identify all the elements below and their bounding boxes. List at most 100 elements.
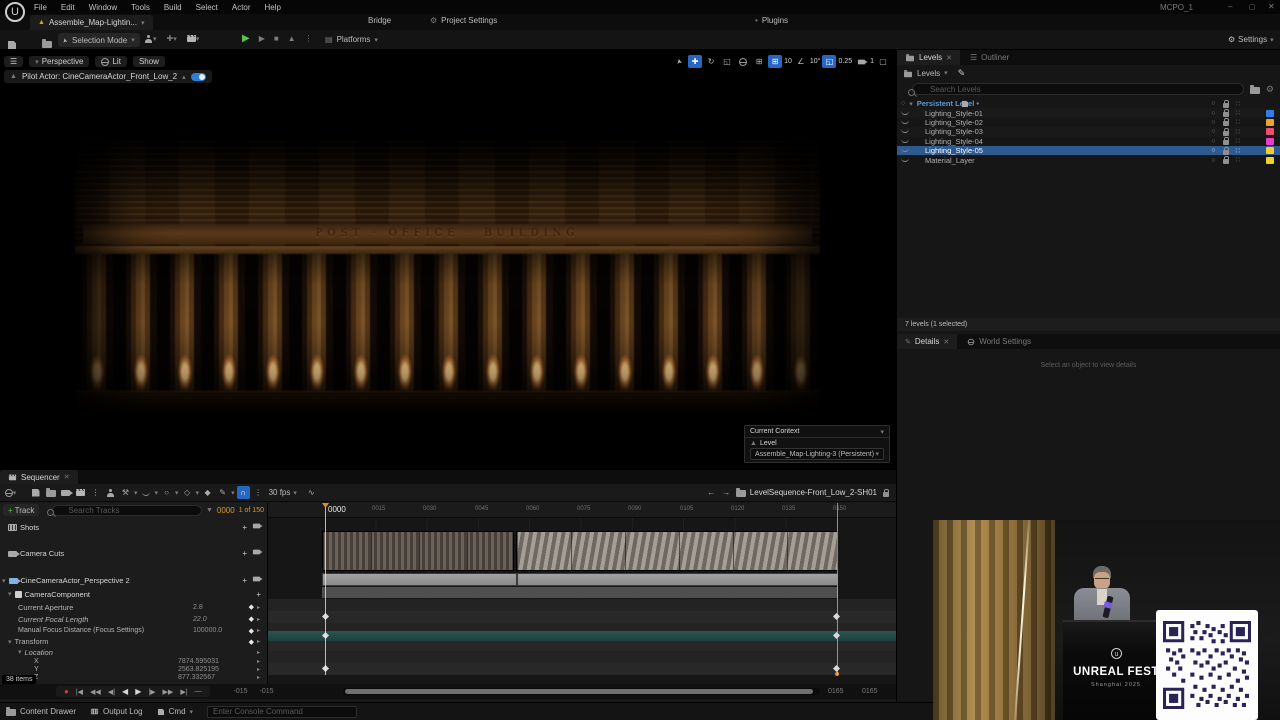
levels-search-input[interactable] — [912, 83, 1244, 95]
track-cinecamera-actor[interactable]: ▾ CineCameraActor_Perspective 2 + — [0, 574, 267, 587]
play-reverse-button[interactable]: ◀ — [122, 687, 128, 696]
eye-closed-icon[interactable] — [901, 110, 909, 115]
rotation-snap-icon[interactable]: ∠ — [794, 55, 808, 68]
menu-window[interactable]: Window — [89, 3, 117, 12]
output-log-button[interactable]: Output Log — [90, 707, 143, 716]
camera-icon[interactable] — [253, 524, 260, 529]
sequence-browse-icon[interactable] — [735, 486, 748, 499]
surface-snap-icon[interactable]: ⊞ — [752, 55, 766, 68]
grid-snap-icon[interactable]: ⊞ — [768, 55, 782, 68]
view-range-end[interactable]: 0165 — [862, 688, 878, 695]
select-tool-icon[interactable]: ➤ — [671, 53, 686, 69]
scale-snap-icon[interactable]: ◱ — [822, 55, 836, 68]
menu-edit[interactable]: Edit — [61, 3, 75, 12]
project-settings-button[interactable]: ⚙ Project Settings — [430, 16, 497, 25]
grid-snap-value[interactable]: 10 — [784, 58, 792, 65]
content-browser-icon[interactable] — [42, 41, 52, 48]
nav-back-icon[interactable]: ← — [705, 486, 718, 499]
selection-mode-button[interactable]: ➤ Selection Mode ▾ — [58, 33, 140, 47]
level-row[interactable]: Material_Layer ○∷ — [897, 155, 1280, 164]
camera-speed-value[interactable]: 1 — [870, 58, 874, 65]
filter-funnel-icon[interactable]: ▼ — [206, 507, 213, 514]
track-location-z[interactable]: Z877.332567 ▸ — [0, 673, 267, 681]
to-end-button[interactable]: ▶| — [180, 688, 187, 696]
level-row[interactable]: Lighting_Style-01 ○∷ — [897, 108, 1280, 117]
edit-level-icon[interactable]: ✎ — [958, 68, 966, 79]
camera-component-band[interactable] — [322, 587, 838, 598]
eye-icon[interactable]: ○ — [901, 100, 905, 107]
level-row-selected[interactable]: Lighting_Style-05 ○∷ — [897, 146, 1280, 155]
camera-lock-icon[interactable] — [879, 486, 892, 499]
lit-dropdown[interactable]: Lit — [95, 56, 126, 67]
sequencer-settings-icon[interactable]: ⚒ — [119, 486, 132, 499]
move-tool-icon[interactable]: ✚ — [688, 55, 702, 68]
scale-snap-value[interactable]: 0.25 — [838, 58, 852, 65]
add-track-button[interactable]: +Track — [3, 504, 39, 516]
minimize-button[interactable]: – — [1228, 2, 1232, 11]
chevron-down-icon[interactable]: ▾ — [880, 428, 884, 436]
to-front-button[interactable]: |◀ — [76, 688, 83, 696]
next-keyframe-button[interactable]: ▶▶ — [163, 688, 174, 696]
eject-button[interactable]: ▲ — [288, 34, 296, 43]
view-range-start[interactable]: -015 — [234, 688, 248, 695]
view-options-icon[interactable] — [140, 486, 153, 499]
pilot-toggle[interactable] — [191, 73, 206, 81]
track-location-y[interactable]: Y2563.825195 ▸ — [0, 665, 267, 673]
pilot-actor-bar[interactable]: ▲ Pilot Actor: CineCameraActor_Front_Low… — [4, 70, 212, 83]
loop-button[interactable]: — — [195, 688, 202, 695]
menu-actor[interactable]: Actor — [232, 3, 251, 12]
content-drawer-button[interactable]: Content Drawer — [6, 707, 76, 716]
auto-key-icon[interactable]: ◇ — [181, 486, 194, 499]
rotation-snap-value[interactable]: 10° — [810, 58, 821, 65]
unreal-logo[interactable]: U — [5, 2, 25, 22]
kebab-icon[interactable]: ⋮ — [89, 486, 102, 499]
play-options-kebab[interactable]: ⋮ — [305, 34, 313, 43]
prev-keyframe-button[interactable]: ◀◀ — [90, 688, 101, 696]
curve-editor-icon[interactable]: ∿ — [305, 486, 318, 499]
menu-file[interactable]: File — [34, 3, 47, 12]
level-color-swatch[interactable] — [1266, 119, 1274, 126]
levels-settings-gear-icon[interactable]: ⚙ — [1266, 84, 1274, 95]
level-row[interactable]: Lighting_Style-04 ○∷ — [897, 137, 1280, 146]
add-icon[interactable]: + — [242, 523, 247, 532]
save-sequence-icon[interactable] — [29, 486, 42, 499]
show-dropdown[interactable]: Show — [133, 56, 165, 67]
keyframe-row-location[interactable] — [268, 663, 896, 675]
playhead[interactable] — [325, 503, 326, 675]
cinematics-button[interactable]: ▾ — [187, 35, 200, 43]
track-shots[interactable]: Shots + — [0, 521, 267, 534]
snap-magnet-icon[interactable]: ∩ — [237, 486, 250, 499]
shot-clip-2[interactable] — [516, 531, 838, 571]
sequencer-timeline[interactable]: 0000 0015 0030 0045 0060 0075 0090 0105 … — [268, 503, 896, 684]
working-range-end[interactable]: 0165 — [828, 688, 844, 695]
current-frame-field[interactable]: 0000 — [217, 506, 235, 515]
level-color-swatch[interactable] — [1266, 128, 1274, 135]
world-space-icon[interactable] — [736, 55, 750, 68]
track-camera-component[interactable]: ▾ CameraComponent + — [0, 588, 267, 600]
track-current-aperture[interactable]: Current Aperture2.8 ◆▸ — [0, 601, 267, 613]
save-icon[interactable] — [8, 41, 16, 49]
tab-world-settings[interactable]: World Settings — [959, 334, 1039, 349]
bridge-button[interactable]: Bridge — [368, 16, 391, 25]
level-row[interactable]: Lighting_Style-02 ○∷ — [897, 118, 1280, 127]
track-location-x[interactable]: X7874.595031 ▸ — [0, 657, 267, 665]
blueprints-button[interactable]: ✚▾ — [167, 34, 177, 43]
tracks-search-input[interactable] — [52, 505, 202, 516]
cmd-dropdown[interactable]: Cmd ▾ — [157, 707, 193, 716]
keyframe-row-aperture[interactable] — [268, 611, 896, 623]
maximize-button[interactable]: ▢ — [1249, 3, 1256, 11]
stop-button[interactable]: ■ — [274, 34, 279, 43]
track-manual-focus-distance[interactable]: Manual Focus Distance (Focus Settings)10… — [0, 625, 267, 636]
nav-forward-icon[interactable]: → — [720, 486, 733, 499]
level-asset-tab[interactable]: ▲ Assemble_Map-Lightin... ▾ — [30, 15, 153, 30]
rotate-tool-icon[interactable]: ↻ — [704, 55, 718, 68]
scale-tool-icon[interactable]: ◱ — [720, 55, 734, 68]
level-row-persistent[interactable]: ○ ▾ Persistent Level • ○∷ — [897, 99, 1280, 108]
camera-speed-icon[interactable] — [854, 55, 868, 68]
tab-details[interactable]: ✎ Details ✕ — [897, 334, 957, 349]
track-transform[interactable]: ▾Transform ◆▸ — [0, 636, 267, 647]
add-level-folder-icon[interactable] — [1250, 87, 1260, 94]
add-actor-button[interactable]: ▾ — [145, 35, 157, 43]
platforms-button[interactable]: ▤ Platforms ▾ — [325, 35, 378, 44]
fps-dropdown[interactable]: 30 fps▾ — [269, 488, 297, 497]
